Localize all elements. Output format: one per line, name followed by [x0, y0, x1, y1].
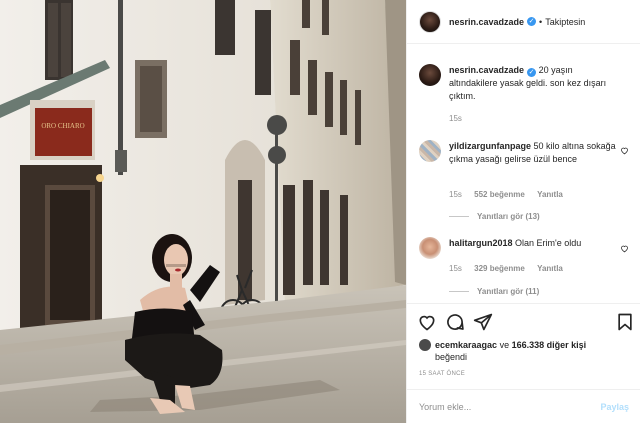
- post-actions: ecemkaraagac ve 166.338 diğer kişi beğen…: [407, 303, 640, 423]
- caption-time: 15s: [449, 114, 462, 123]
- shop-sign-text: ORO CHIARO: [41, 122, 84, 130]
- caption-text-block: nesrin.cavadzade ✓ 20 yaşın altındakilere…: [449, 64, 609, 103]
- verified-icon: ✓: [527, 17, 537, 26]
- comment-time: 15s: [449, 264, 462, 273]
- comment-text-block: halitargun2018 Olan Erim'e oldu: [449, 237, 617, 250]
- replies-divider: [449, 216, 469, 217]
- comment-icon[interactable]: [445, 312, 465, 332]
- likes-summary: ecemkaraagac ve 166.338 diğer kişi beğen…: [419, 339, 586, 363]
- post-header: nesrin.cavadzade ✓ • Takiptesin: [407, 0, 640, 44]
- view-replies-button[interactable]: Yanıtları gör (11): [449, 287, 539, 296]
- heart-icon[interactable]: [417, 312, 437, 332]
- view-replies-label: Yanıtları gör (13): [477, 212, 540, 221]
- likes-suffix: beğendi: [435, 352, 468, 362]
- comment-username[interactable]: halitargun2018: [449, 238, 513, 248]
- reply-button[interactable]: Yanıtla: [537, 190, 563, 199]
- caption-meta: 15s: [449, 114, 472, 123]
- like-comment-icon[interactable]: [620, 244, 629, 253]
- action-icons: [417, 312, 637, 334]
- post-timestamp[interactable]: 15 SAAT ÖNCE: [419, 371, 465, 377]
- comment-avatar[interactable]: [419, 237, 441, 259]
- add-comment-bar: Paylaş: [407, 389, 640, 423]
- author-username[interactable]: nesrin.cavadzade: [449, 17, 524, 27]
- likes-count-button[interactable]: 166.338 diğer kişi: [512, 340, 587, 350]
- comment-meta: 15s 329 beğenme Yanıtla: [449, 264, 573, 273]
- like-comment-icon[interactable]: [620, 146, 629, 155]
- view-replies-button[interactable]: Yanıtları gör (13): [449, 212, 540, 221]
- liker-username[interactable]: ecemkaraagac: [435, 340, 497, 350]
- post-sidebar: nesrin.cavadzade ✓ • Takiptesin nesrin.c…: [406, 0, 640, 423]
- caption: nesrin.cavadzade ✓ 20 yaşın altındakilere…: [419, 64, 633, 134]
- likes-connector: ve: [499, 340, 510, 350]
- caption-username[interactable]: nesrin.cavadzade: [449, 65, 524, 75]
- post-photo[interactable]: ORO CHIARO: [0, 0, 406, 423]
- share-icon[interactable]: [473, 312, 493, 332]
- liker-avatar[interactable]: [419, 339, 431, 351]
- follow-status-button[interactable]: Takiptesin: [545, 17, 585, 27]
- street-scene-image: ORO CHIARO: [0, 0, 406, 423]
- comment-meta: 15s 552 beğenme Yanıtla: [449, 190, 573, 199]
- verified-icon: ✓: [527, 68, 537, 77]
- comment-text-block: yildizargunfanpage 50 kilo altına sokağa…: [449, 140, 617, 166]
- reply-button[interactable]: Yanıtla: [537, 264, 563, 273]
- separator-dot: •: [539, 16, 543, 27]
- author-avatar[interactable]: [419, 10, 441, 33]
- caption-avatar[interactable]: [419, 64, 441, 86]
- replies-divider: [449, 291, 469, 292]
- post-comment-button[interactable]: Paylaş: [600, 402, 629, 412]
- bookmark-icon[interactable]: [615, 312, 635, 332]
- comment-text: Olan Erim'e oldu: [515, 238, 582, 248]
- comment-likes[interactable]: 552 beğenme: [474, 190, 525, 199]
- comment-likes[interactable]: 329 beğenme: [474, 264, 525, 273]
- comment-input[interactable]: [419, 402, 589, 412]
- comment-username[interactable]: yildizargunfanpage: [449, 141, 531, 151]
- view-replies-label: Yanıtları gör (11): [477, 287, 540, 296]
- comment-avatar[interactable]: [419, 140, 441, 162]
- comment-item: yildizargunfanpage 50 kilo altına sokağa…: [419, 140, 633, 230]
- comment-item: halitargun2018 Olan Erim'e oldu 15s 329 …: [419, 237, 633, 307]
- comment-time: 15s: [449, 190, 462, 199]
